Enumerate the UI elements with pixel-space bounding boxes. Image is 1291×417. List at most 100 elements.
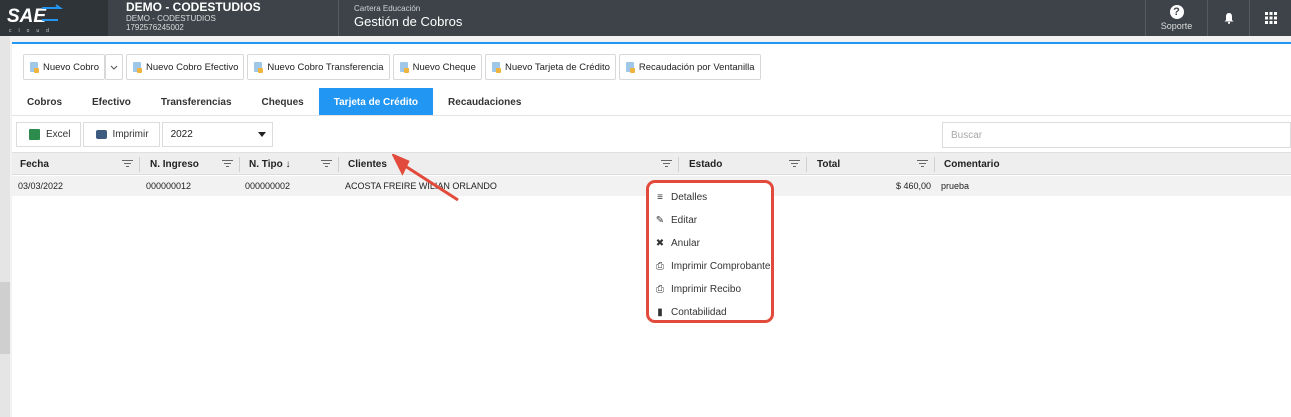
document-icon — [399, 62, 409, 73]
tab-cheques[interactable]: Cheques — [247, 88, 319, 116]
excel-label: Excel — [46, 129, 71, 140]
filter-icon[interactable] — [321, 160, 332, 167]
menu-item-imprimir-recibo[interactable]: ⎙ Imprimir Recibo — [649, 278, 771, 301]
new-cobro-efectivo-button[interactable]: Nuevo Cobro Efectivo — [125, 54, 245, 80]
new-cobro-transferencia-button[interactable]: Nuevo Cobro Transferencia — [247, 54, 390, 80]
tab-recaudaciones[interactable]: Recaudaciones — [433, 88, 536, 116]
menu-item-contabilidad[interactable]: ▮ Contabilidad — [649, 301, 771, 324]
column-header-clientes[interactable]: Clientes — [340, 153, 387, 175]
document-icon — [625, 62, 635, 73]
notifications-button[interactable] — [1207, 0, 1249, 36]
help-icon: ? — [1169, 5, 1184, 19]
new-action-toolbar: Nuevo Cobro Nuevo Cobro Efectivo Nuevo C… — [23, 54, 761, 80]
new-tarjeta-credito-button[interactable]: Nuevo Tarjeta de Crédito — [484, 54, 616, 80]
row-context-menu: ≡ Detalles ✎ Editar ✖ Anular ⎙ Imprimir … — [646, 180, 774, 323]
filter-icon[interactable] — [122, 160, 133, 167]
tab-efectivo[interactable]: Efectivo — [77, 88, 146, 116]
filter-icon[interactable] — [917, 160, 928, 167]
printer-icon: ⎙ — [656, 261, 664, 272]
book-icon: ▮ — [657, 307, 663, 318]
column-separator — [139, 157, 140, 172]
column-header-n-tipo[interactable]: N. Tipo ↓ — [241, 153, 290, 175]
search-input[interactable] — [942, 122, 1291, 148]
tab-transferencias[interactable]: Transferencias — [146, 88, 247, 116]
print-button[interactable]: Imprimir — [83, 122, 160, 147]
column-separator — [239, 157, 240, 172]
caret-down-icon — [257, 132, 266, 137]
filter-icon[interactable] — [789, 160, 800, 167]
column-header-n-ingreso[interactable]: N. Ingreso — [142, 153, 199, 175]
new-cobro-button[interactable]: Nuevo Cobro — [23, 54, 105, 80]
printer-icon: ⎙ — [656, 284, 664, 295]
column-header-fecha[interactable]: Fecha — [12, 153, 49, 175]
cell-n-ingreso: 000000012 — [146, 181, 192, 191]
column-header-estado[interactable]: Estado — [681, 153, 722, 175]
menu-item-editar[interactable]: ✎ Editar — [649, 209, 771, 232]
menu-item-imprimir-comprobante[interactable]: ⎙ Imprimir Comprobante — [649, 255, 771, 278]
column-separator — [338, 157, 339, 172]
new-cobro-label: Nuevo Cobro — [43, 61, 99, 73]
logo-subtext: cloud — [9, 28, 56, 33]
company-subtitle: DEMO - CODESTUDIOS — [126, 14, 216, 23]
module-title: Gestión de Cobros — [354, 14, 463, 29]
recaudacion-ventanilla-button[interactable]: Recaudación por Ventanilla — [618, 54, 761, 80]
new-cobro-dropdown[interactable] — [104, 54, 123, 80]
cell-comentario: prueba — [941, 181, 970, 191]
new-tarjeta-credito-label: Nuevo Tarjeta de Crédito — [504, 61, 610, 73]
module-header: Cartera Educación Gestión de Cobros — [340, 0, 462, 36]
column-separator — [678, 157, 679, 172]
menu-item-label: Anular — [671, 238, 700, 249]
support-button[interactable]: ? Soporte — [1145, 0, 1207, 36]
module-category: Cartera Educación — [354, 4, 421, 13]
tab-cobros[interactable]: Cobros — [12, 88, 77, 116]
printer-icon — [96, 130, 108, 139]
company-selector[interactable]: DEMO - CODESTUDIOS DEMO - CODESTUDIOS 17… — [108, 0, 339, 36]
document-icon — [254, 62, 264, 73]
list-icon: ≡ — [657, 192, 663, 203]
year-value: 2022 — [170, 129, 193, 140]
close-icon: ✖ — [655, 238, 665, 249]
left-sidebar-strip — [0, 36, 10, 417]
chevron-down-icon — [110, 65, 118, 70]
new-cheque-button[interactable]: Nuevo Cheque — [392, 54, 482, 80]
menu-item-detalles[interactable]: ≡ Detalles — [649, 186, 771, 209]
column-header-total[interactable]: Total — [809, 153, 840, 175]
document-icon — [30, 62, 39, 73]
excel-button[interactable]: Excel — [16, 122, 82, 147]
tab-tarjeta-credito[interactable]: Tarjeta de Crédito — [318, 88, 434, 116]
pencil-icon: ✎ — [655, 215, 665, 226]
cell-total: $ 460,00 — [895, 181, 931, 191]
print-label: Imprimir — [112, 129, 149, 140]
filter-icon[interactable] — [222, 160, 233, 167]
annotation-arrow — [392, 154, 459, 202]
excel-icon — [29, 129, 40, 140]
app-logo[interactable]: SAE cloud — [0, 0, 108, 36]
table-header: Fecha N. Ingreso N. Tipo ↓ Clientes Esta… — [12, 152, 1291, 175]
new-cobro-transferencia-label: Nuevo Cobro Transferencia — [267, 61, 384, 73]
logo-text: SAE — [7, 6, 47, 27]
menu-item-label: Editar — [671, 215, 698, 226]
new-cheque-label: Nuevo Cheque — [412, 61, 476, 73]
menu-item-label: Contabilidad — [671, 307, 727, 318]
apps-menu-button[interactable] — [1249, 0, 1291, 36]
tab-divider — [12, 115, 1291, 116]
tab-bar: Cobros Efectivo Transferencias Cheques T… — [12, 88, 536, 116]
cell-fecha: 03/03/2022 — [18, 181, 64, 191]
grid-actions: Excel Imprimir 2022 — [16, 122, 273, 147]
column-header-comentario[interactable]: Comentario — [936, 153, 1000, 175]
top-bar: SAE cloud DEMO - CODESTUDIOS DEMO - CODE… — [0, 0, 1291, 36]
grid-icon — [1264, 12, 1277, 24]
menu-item-label: Imprimir Recibo — [671, 284, 742, 295]
year-select[interactable]: 2022 — [161, 122, 273, 147]
cell-n-tipo: 000000002 — [245, 181, 291, 191]
support-label: Soporte — [1160, 21, 1193, 31]
menu-item-anular[interactable]: ✖ Anular — [649, 232, 771, 255]
menu-item-label: Detalles — [671, 192, 708, 203]
column-separator — [806, 157, 807, 172]
recaudacion-ventanilla-label: Recaudación por Ventanilla — [638, 61, 755, 73]
document-icon — [132, 62, 142, 73]
company-ruc: 1792576245002 — [126, 23, 184, 32]
filter-icon[interactable] — [661, 160, 672, 167]
sidebar-scroll-indicator — [0, 282, 10, 354]
column-separator — [934, 157, 935, 172]
